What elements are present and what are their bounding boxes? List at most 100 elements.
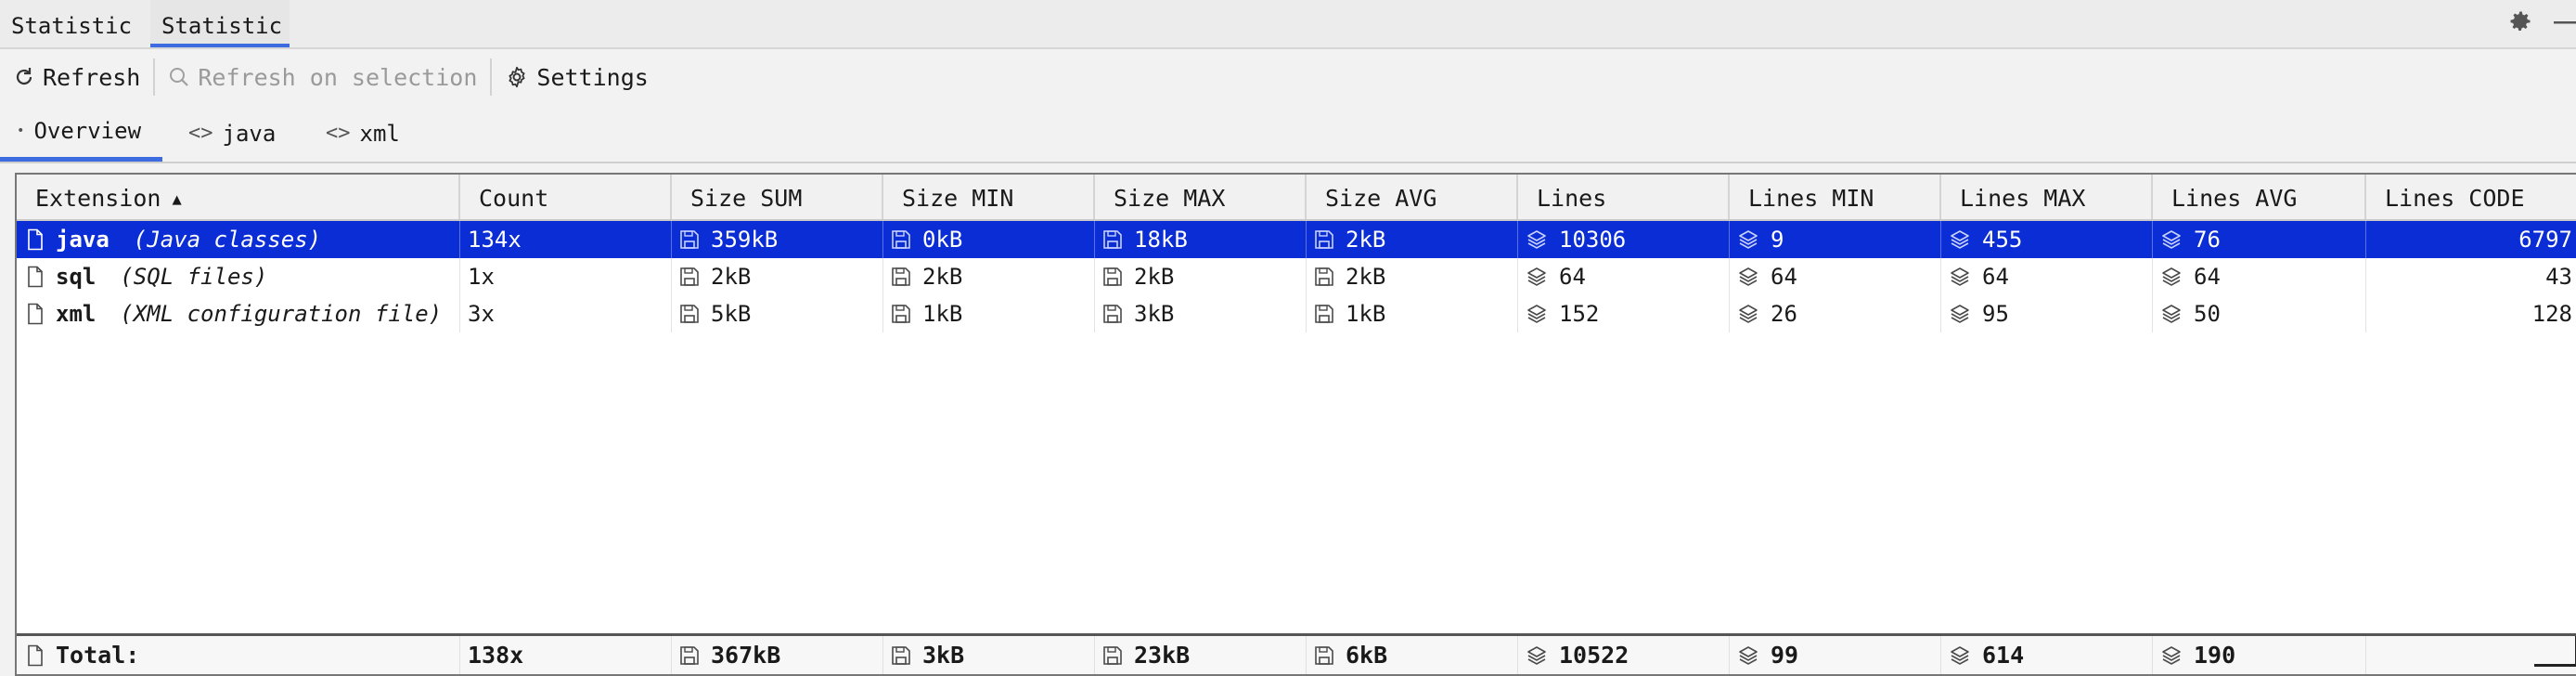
layers-icon bbox=[1739, 267, 1758, 286]
search-icon bbox=[170, 68, 189, 86]
cell-size-min: 0kB bbox=[883, 221, 1095, 258]
layers-icon bbox=[2162, 645, 2181, 665]
column-header-lines[interactable]: Lines bbox=[1518, 175, 1730, 219]
file-icon bbox=[28, 644, 43, 666]
cell-lines-max: 455 bbox=[1941, 221, 2153, 258]
table-row[interactable]: xml (XML configuration file) 3x 5kB 1kB 3kB 1k… bbox=[17, 295, 2576, 332]
layers-icon bbox=[1951, 230, 1969, 249]
disk-icon bbox=[892, 305, 910, 323]
tab-java[interactable]: <> java bbox=[172, 105, 290, 162]
layers-icon bbox=[1951, 645, 1969, 665]
layers-icon bbox=[2162, 267, 2181, 286]
cell-size-min: 2kB bbox=[883, 258, 1095, 295]
code-brackets-icon: <> bbox=[326, 121, 351, 145]
table-row[interactable]: sql (SQL files) 1x 2kB 2kB 2kB 2kB 64 64 64 64 43 bbox=[17, 258, 2576, 295]
cell-lines-avg: 64 bbox=[2153, 258, 2366, 295]
table-row[interactable]: java (Java classes) 134x 359kB 0kB 18kB 2kB 103… bbox=[17, 221, 2576, 258]
gear-icon[interactable] bbox=[2507, 8, 2533, 42]
cell-value: 152 bbox=[1559, 301, 1600, 327]
extension-description: (SQL files) bbox=[120, 264, 268, 290]
column-header-size-avg[interactable]: Size AVG bbox=[1307, 175, 1518, 219]
layers-icon bbox=[1951, 267, 1969, 286]
column-header-lines-code[interactable]: Lines CODE bbox=[2366, 175, 2576, 219]
column-header-lines-max[interactable]: Lines MAX bbox=[1941, 175, 2153, 219]
refresh-on-selection-label: Refresh on selection bbox=[198, 63, 478, 91]
tab-overview[interactable]: • Overview bbox=[0, 105, 162, 162]
total-cell-lines-max: 614 bbox=[1941, 636, 2153, 674]
disk-icon bbox=[680, 645, 699, 665]
refresh-icon bbox=[16, 68, 32, 85]
total-value: 3kB bbox=[922, 641, 965, 669]
cell-value: 2kB bbox=[1346, 227, 1386, 253]
column-header-lines-avg[interactable]: Lines AVG bbox=[2153, 175, 2366, 219]
column-header-size-min[interactable]: Size MIN bbox=[883, 175, 1095, 219]
total-value: 6kB bbox=[1346, 641, 1388, 669]
cell-value: 26 bbox=[1771, 301, 1797, 327]
minimize-icon[interactable] bbox=[2552, 8, 2576, 42]
cell-size-sum: 5kB bbox=[672, 295, 883, 332]
cell-value: 1x bbox=[468, 264, 495, 290]
layers-icon bbox=[1739, 645, 1758, 665]
disk-icon bbox=[1103, 305, 1122, 323]
column-header-size-sum[interactable]: Size SUM bbox=[672, 175, 883, 219]
cell-value: 6797 bbox=[2518, 227, 2572, 253]
disk-icon bbox=[1315, 645, 1333, 665]
tab-statistic-1[interactable]: Statistic bbox=[0, 0, 143, 47]
extension-name: sql bbox=[56, 264, 97, 290]
refresh-button[interactable]: Refresh bbox=[0, 49, 153, 105]
disk-icon bbox=[1315, 230, 1333, 249]
tab-overview-label: Overview bbox=[33, 118, 142, 144]
column-header-count[interactable]: Count bbox=[460, 175, 672, 219]
total-cell-size-sum: 367kB bbox=[672, 636, 883, 674]
cell-value: 0kB bbox=[922, 227, 963, 253]
cell-value: 64 bbox=[1771, 264, 1797, 290]
cell-lines: 64 bbox=[1518, 258, 1730, 295]
total-row: Total: 138x 367kB 3kB 23kB 6kB 10522 99 614 190 bbox=[17, 633, 2576, 674]
cell-size-avg: 2kB bbox=[1307, 221, 1518, 258]
cell-count: 3x bbox=[460, 295, 672, 332]
cell-lines: 152 bbox=[1518, 295, 1730, 332]
cell-size-max: 2kB bbox=[1095, 258, 1307, 295]
column-header-extension[interactable]: Extension ▲ bbox=[17, 175, 460, 219]
disk-icon bbox=[680, 267, 699, 286]
total-cell-size-avg: 6kB bbox=[1307, 636, 1518, 674]
settings-button[interactable]: Settings bbox=[492, 49, 661, 105]
extension-description: (Java classes) bbox=[133, 227, 322, 253]
disk-icon bbox=[1103, 267, 1122, 286]
total-value: 23kB bbox=[1134, 641, 1191, 669]
total-value: 99 bbox=[1771, 641, 1799, 669]
cell-value: 9 bbox=[1771, 227, 1784, 253]
cell-count: 1x bbox=[460, 258, 672, 295]
cell-lines-code: 43 bbox=[2366, 258, 2576, 295]
total-value: 138x bbox=[468, 641, 524, 669]
refresh-on-selection-button[interactable]: Refresh on selection bbox=[155, 49, 490, 105]
cell-size-avg: 2kB bbox=[1307, 258, 1518, 295]
file-icon bbox=[28, 303, 43, 325]
extension-description: (XML configuration file) bbox=[120, 301, 443, 327]
tool-window-tab-bar: Statistic Statistic bbox=[0, 0, 2576, 49]
cell-lines: 10306 bbox=[1518, 221, 1730, 258]
settings-label: Settings bbox=[536, 63, 649, 91]
column-header-size-max[interactable]: Size MAX bbox=[1095, 175, 1307, 219]
cell-value: 3kB bbox=[1134, 301, 1175, 327]
column-header-label: Extension bbox=[35, 185, 161, 212]
tab-statistic-2[interactable]: Statistic bbox=[150, 0, 290, 47]
column-header-lines-min[interactable]: Lines MIN bbox=[1730, 175, 1941, 219]
total-cell-count: 138x bbox=[460, 636, 672, 674]
extension-name: xml bbox=[56, 301, 97, 327]
refresh-label: Refresh bbox=[43, 63, 141, 91]
file-icon bbox=[28, 266, 43, 288]
cell-value: 3x bbox=[468, 301, 495, 327]
cell-value: 2kB bbox=[1134, 264, 1175, 290]
cell-value: 64 bbox=[1559, 264, 1586, 290]
resize-corner[interactable] bbox=[2534, 636, 2576, 667]
layers-icon bbox=[1527, 305, 1546, 323]
cell-value: 95 bbox=[1982, 301, 2009, 327]
layers-icon bbox=[1951, 305, 1969, 323]
cell-lines-avg: 76 bbox=[2153, 221, 2366, 258]
tab-xml[interactable]: <> xml bbox=[309, 105, 415, 162]
tool-window-actions bbox=[2507, 0, 2576, 49]
cell-value: 64 bbox=[1982, 264, 2009, 290]
cell-lines-code: 128 bbox=[2366, 295, 2576, 332]
code-brackets-icon: <> bbox=[188, 121, 213, 145]
